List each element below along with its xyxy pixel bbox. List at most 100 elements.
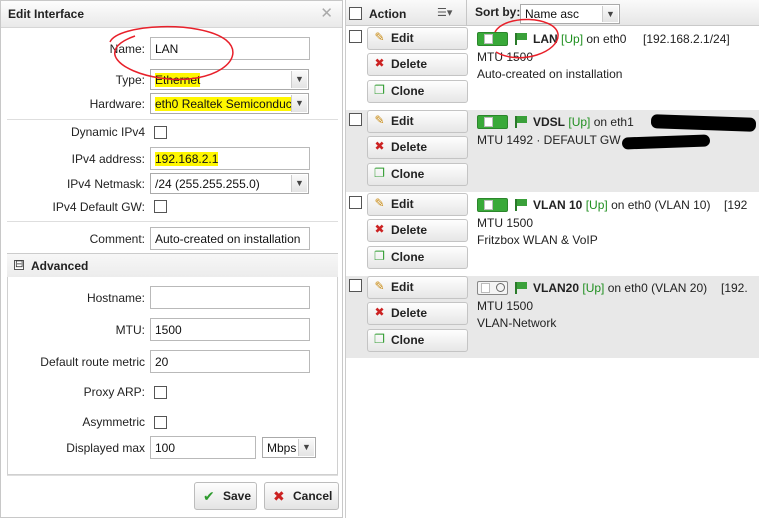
interface-row: ✎ Edit ✖ Delete ❐ Clone VLAN20 [Up] on eth0 (V… xyxy=(346,276,759,358)
edit-button[interactable]: ✎ Edit xyxy=(367,193,468,216)
divider xyxy=(7,119,338,120)
x-icon: ✖ xyxy=(374,222,385,236)
delete-button[interactable]: ✖ Delete xyxy=(367,219,468,242)
route-metric-input[interactable]: 20 xyxy=(150,350,310,373)
flag-icon xyxy=(515,199,528,211)
clone-button[interactable]: ❐ Clone xyxy=(367,329,468,352)
clone-button[interactable]: ❐ Clone xyxy=(367,246,468,269)
edit-icon: ✎ xyxy=(374,279,385,293)
clone-label: Clone xyxy=(391,250,425,264)
type-label: Type: xyxy=(115,73,145,87)
interface-title-line: VDSL [Up] on eth1 xyxy=(533,115,634,129)
interface-title-line: VLAN20 [Up] on eth0 (VLAN 20) xyxy=(533,281,707,295)
dynamic-ipv4-checkbox[interactable] xyxy=(154,126,167,139)
row-checkbox[interactable] xyxy=(349,30,362,43)
x-icon: ✖ xyxy=(273,488,285,504)
clone-label: Clone xyxy=(391,84,425,98)
enable-toggle[interactable] xyxy=(477,32,508,46)
edit-button[interactable]: ✎ Edit xyxy=(367,27,468,50)
interface-name: LAN xyxy=(533,32,558,46)
toggle-knob xyxy=(481,283,490,293)
row-checkbox[interactable] xyxy=(349,113,362,126)
delete-label: Delete xyxy=(391,57,428,71)
interface-comment: Auto-created on installation xyxy=(477,67,623,81)
asymmetric-label: Asymmetric xyxy=(82,415,145,429)
row-checkbox[interactable] xyxy=(349,279,362,292)
delete-button[interactable]: ✖ Delete xyxy=(367,53,468,76)
interface-comment: Fritzbox WLAN & VoIP xyxy=(477,233,598,247)
proxy-arp-label: Proxy ARP: xyxy=(83,385,145,399)
enable-toggle[interactable] xyxy=(477,198,508,212)
displayed-max-input[interactable]: 100 xyxy=(150,436,256,459)
ipv4-address-label: IPv4 address: xyxy=(71,152,145,166)
edit-button[interactable]: ✎ Edit xyxy=(367,110,468,133)
flag-icon xyxy=(515,116,528,128)
save-label: Save xyxy=(223,489,252,503)
copy-icon: ❐ xyxy=(374,332,385,346)
interface-name: VLAN20 xyxy=(533,281,580,295)
interface-address: [192. xyxy=(721,281,748,295)
collapse-icon[interactable]: ⊟ xyxy=(14,260,24,270)
type-select[interactable]: Ethernet ▼ xyxy=(150,69,309,90)
comment-input[interactable]: Auto-created on installation xyxy=(150,227,310,250)
flag-cloth xyxy=(517,116,527,123)
x-icon: ✖ xyxy=(374,139,385,153)
sort-label: Sort by: xyxy=(475,5,521,19)
clone-button[interactable]: ❐ Clone xyxy=(367,163,468,186)
interface-list-panel: Action ☰▾ Sort by: Name asc ▼ ✎ Edit ✖ Dele… xyxy=(345,0,759,518)
advanced-header[interactable]: ⊟ Advanced xyxy=(7,253,338,277)
edit-label: Edit xyxy=(391,31,414,45)
edit-title: Edit Interface xyxy=(8,7,85,21)
edit-icon: ✎ xyxy=(374,113,385,127)
dynamic-ipv4-label: Dynamic IPv4 xyxy=(70,125,145,139)
flag-cloth xyxy=(517,199,527,206)
chevron-down-icon: ▼ xyxy=(291,175,307,192)
displayed-max-unit-select[interactable]: Mbps ▼ xyxy=(262,437,316,458)
chevron-down-icon: ▼ xyxy=(291,95,307,112)
type-value: Ethernet xyxy=(155,73,201,87)
interface-name: VDSL xyxy=(533,115,566,129)
close-icon[interactable]: ✕ xyxy=(320,6,333,21)
ipv4-address-input[interactable]: 192.168.2.1 xyxy=(150,147,310,170)
column-menu-icon[interactable]: ☰▾ xyxy=(437,6,452,19)
proxy-arp-checkbox[interactable] xyxy=(154,386,167,399)
displayed-max-unit: Mbps xyxy=(267,441,297,455)
edit-button[interactable]: ✎ Edit xyxy=(367,276,468,299)
select-all-checkbox[interactable] xyxy=(349,7,362,20)
name-input[interactable]: LAN xyxy=(150,37,310,60)
sort-value: Name asc xyxy=(525,7,580,21)
interface-status: [Up] xyxy=(568,115,591,129)
interface-mtu: MTU 1500 xyxy=(477,50,534,64)
edit-label: Edit xyxy=(391,197,414,211)
delete-button[interactable]: ✖ Delete xyxy=(367,136,468,159)
x-icon: ✖ xyxy=(374,305,385,319)
edit-interface-panel: Edit Interface ✕ Name: LAN Type: Etherne… xyxy=(0,0,343,518)
interface-device: on eth1 xyxy=(593,115,634,129)
row-checkbox[interactable] xyxy=(349,196,362,209)
ipv4-default-gw-checkbox[interactable] xyxy=(154,200,167,213)
ipv4-default-gw-label: IPv4 Default GW: xyxy=(52,200,145,214)
delete-label: Delete xyxy=(391,140,428,154)
toggle-off-icon xyxy=(496,283,505,292)
divider xyxy=(466,0,467,26)
interface-title-line: LAN [Up] on eth0 xyxy=(533,32,626,46)
sort-select[interactable]: Name asc ▼ xyxy=(520,4,620,24)
enable-toggle[interactable] xyxy=(477,281,508,295)
chevron-down-icon: ▼ xyxy=(291,71,307,88)
ipv4-netmask-select[interactable]: /24 (255.255.255.0) ▼ xyxy=(150,173,309,194)
cancel-button[interactable]: ✖ Cancel xyxy=(264,482,339,510)
mtu-label: MTU: xyxy=(115,323,145,337)
delete-button[interactable]: ✖ Delete xyxy=(367,302,468,325)
copy-icon: ❐ xyxy=(374,166,385,180)
interface-status: [Up] xyxy=(561,32,584,46)
displayed-max-label: Displayed max xyxy=(66,441,145,455)
mtu-input[interactable]: 1500 xyxy=(150,318,310,341)
hardware-select[interactable]: eth0 Realtek Semiconductor ▼ xyxy=(150,93,309,114)
hostname-input[interactable] xyxy=(150,286,310,309)
hardware-label: Hardware: xyxy=(89,97,145,111)
asymmetric-checkbox[interactable] xyxy=(154,416,167,429)
save-button[interactable]: ✔ Save xyxy=(194,482,257,510)
enable-toggle[interactable] xyxy=(477,115,508,129)
edit-icon: ✎ xyxy=(374,30,385,44)
clone-button[interactable]: ❐ Clone xyxy=(367,80,468,103)
